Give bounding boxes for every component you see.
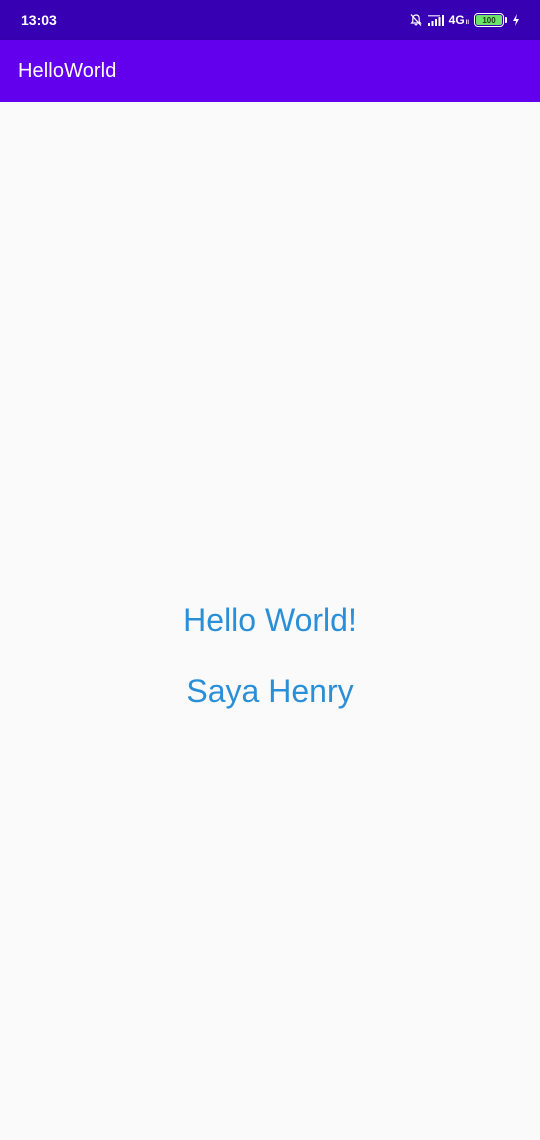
network-sub: ll bbox=[465, 20, 469, 26]
status-icons: 4G ll 100 bbox=[409, 13, 520, 27]
app-bar: HelloWorld bbox=[0, 40, 540, 102]
battery-tip bbox=[505, 17, 507, 23]
network-type: 4G bbox=[448, 13, 465, 27]
status-time: 13:03 bbox=[21, 12, 57, 28]
name-text: Saya Henry bbox=[186, 673, 354, 709]
battery-level: 100 bbox=[482, 15, 496, 25]
status-bar: 13:03 4G ll 100 bbox=[0, 0, 540, 40]
app-title: HelloWorld bbox=[18, 59, 117, 82]
network-label: 4G ll bbox=[449, 14, 469, 26]
main-content: Hello World! Saya Henry bbox=[0, 102, 540, 1140]
signal-icon bbox=[427, 14, 444, 26]
charging-icon bbox=[512, 14, 520, 26]
battery-icon: 100 bbox=[474, 13, 504, 27]
hello-world-text: Hello World! bbox=[183, 602, 357, 638]
mute-bell-icon bbox=[409, 13, 423, 27]
